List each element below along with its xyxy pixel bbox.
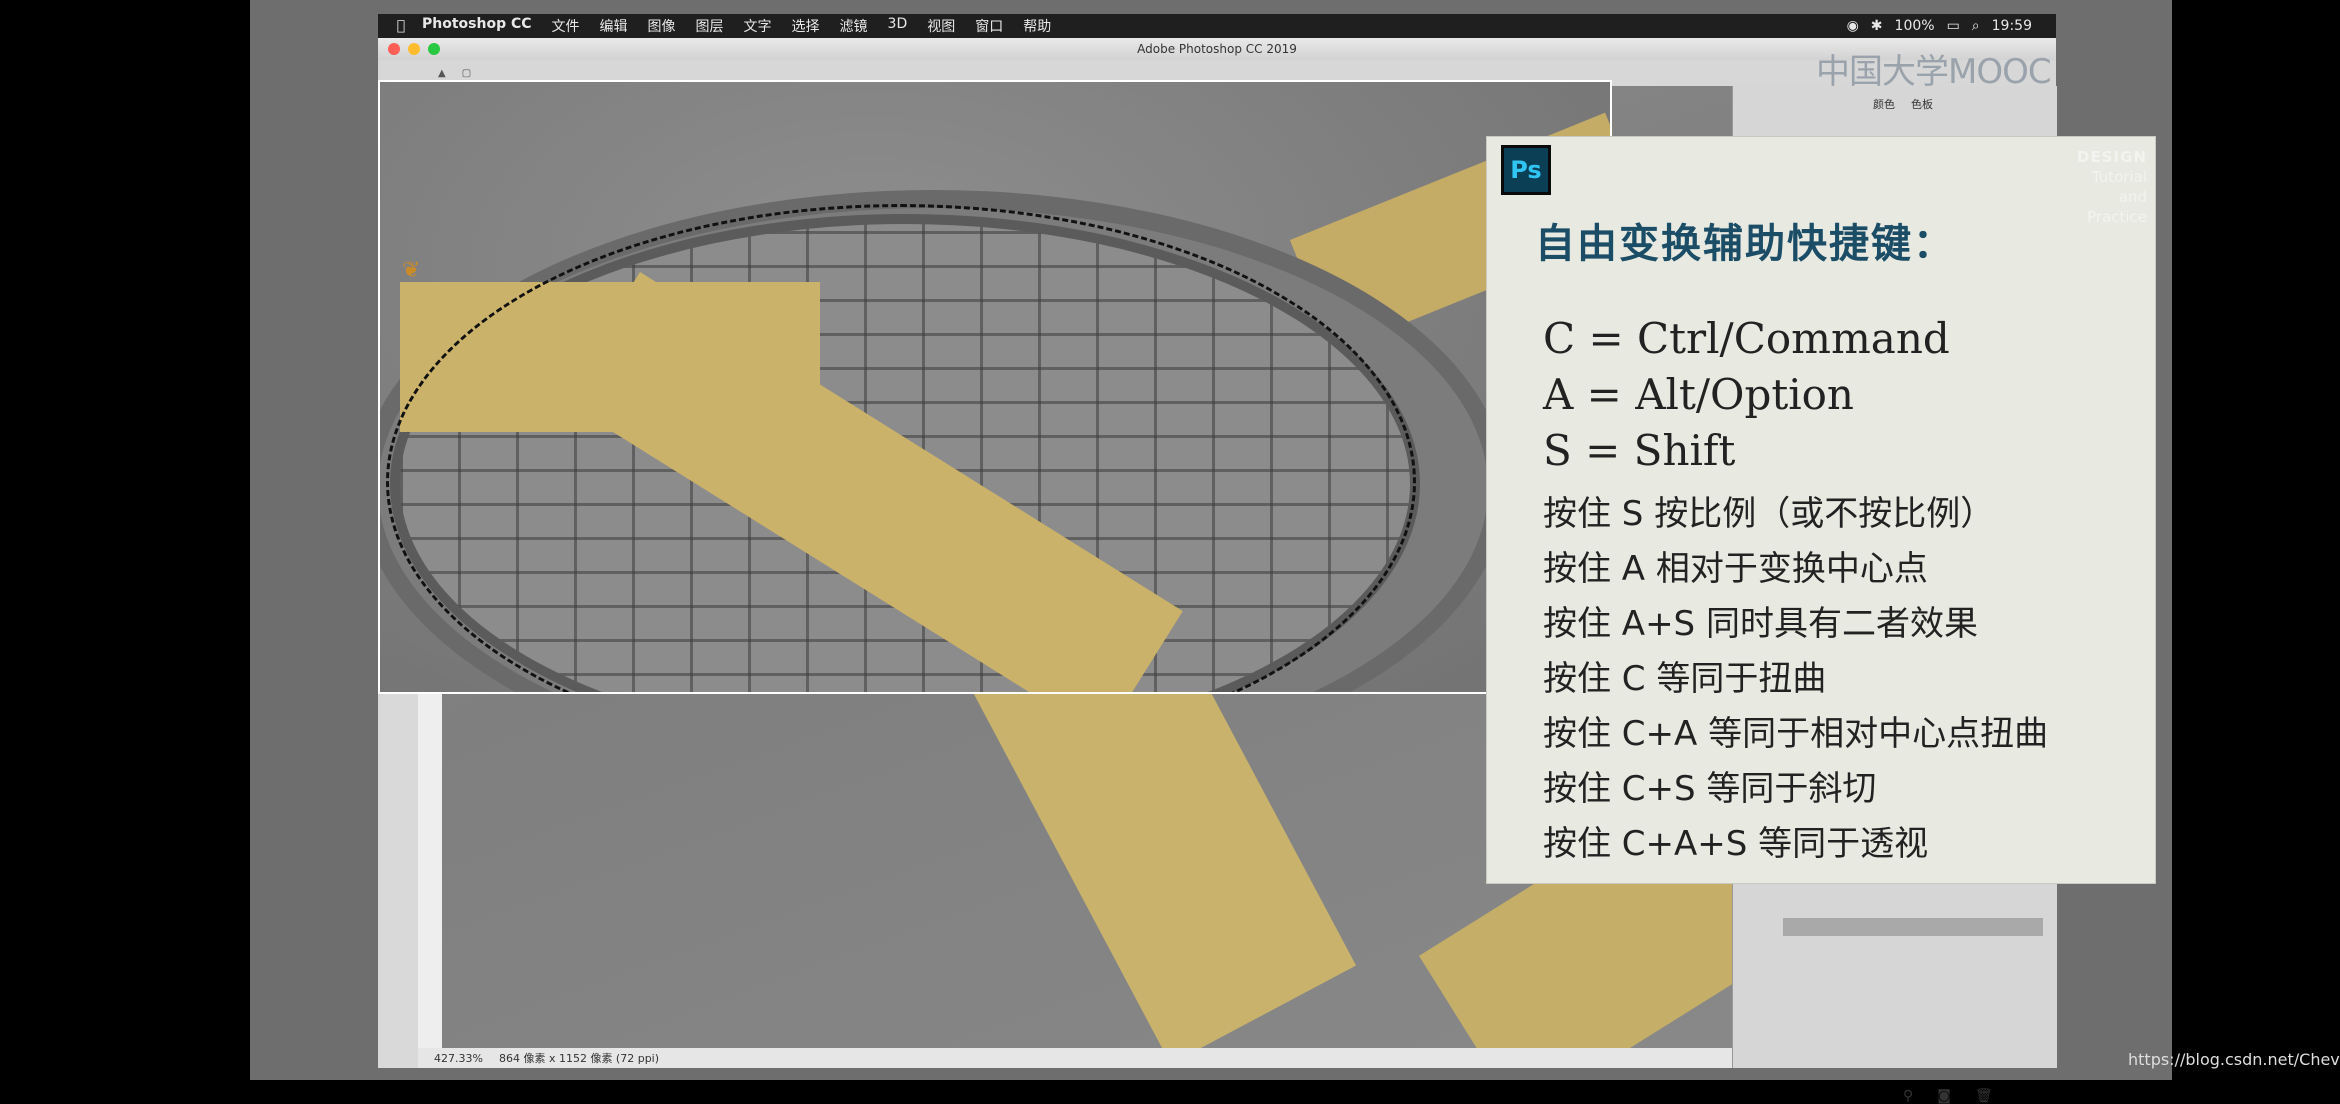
menu-image[interactable]: 图像 [648,16,676,36]
menu-items: Photoshop CC 文件 编辑 图像 图层 文字 选择 滤镜 3D 视图 … [422,16,1051,36]
window-title: Adobe Photoshop CC 2019 [1137,42,1297,56]
tab-swatches[interactable]: 色板 [1911,96,1933,112]
deco-line: and [2118,188,2147,206]
search-icon[interactable]: ⌕ [1972,18,1980,34]
menu-type[interactable]: 文字 [744,16,772,36]
menu-select[interactable]: 选择 [792,16,820,36]
camera-icon[interactable]: ◙ [1937,1088,1951,1104]
shortcut-rule: 按住 C+A 等同于相对中心点扭曲 [1543,714,2049,754]
shortcut-rule: 按住 A 相对于变换中心点 [1543,549,1928,589]
minimize-button[interactable] [408,43,420,55]
menu-view[interactable]: 视图 [927,16,955,36]
shortcut-rules: 按住 S 按比例（或不按比例） 按住 A 相对于变换中心点 按住 A+S 同时具… [1543,487,2048,872]
clock-text: 19:59 [1991,18,2032,34]
mooc-logo: 中国大学MOOC [1816,52,2052,92]
zoomed-preview: ❦ [378,80,1612,694]
menu-window[interactable]: 窗口 [975,16,1003,36]
shortcut-rule: 按住 A+S 同时具有二者效果 [1543,604,1978,644]
key-mapping-list: C = Ctrl/Command A = Alt/Option S = Shif… [1543,311,1950,479]
deco-title: DESIGN [2077,148,2147,166]
menu-file[interactable]: 文件 [552,16,580,36]
leaf-icon: ❦ [402,258,421,283]
close-button[interactable] [388,43,400,55]
menu-edit[interactable]: 编辑 [600,16,628,36]
trash-icon[interactable]: 🗑 [1975,1088,1993,1104]
menu-filter[interactable]: 滤镜 [840,16,868,36]
menu-status: ◉ ✱ 100% ▭ ⌕ 19:59 [1847,18,2056,34]
document-info[interactable]: 864 像素 x 1152 像素 (72 ppi) [499,1050,659,1066]
apple-icon[interactable]:  [388,18,414,34]
panel-footer-icons: ⚲ ◙ 🗑 [1903,1088,1993,1104]
card-title: 自由变换辅助快捷键： [1535,221,1955,267]
menu-help[interactable]: 帮助 [1023,16,1051,36]
key-mapping: C = Ctrl/Command [1543,314,1950,363]
shortcut-rule: 按住 S 按比例（或不按比例） [1543,494,1995,534]
wifi-icon[interactable]: ◉ [1847,18,1859,34]
battery-text: 100% [1894,18,1935,34]
bluetooth-icon[interactable]: ✱ [1871,18,1883,34]
title-bar: Adobe Photoshop CC 2019 [378,38,2056,60]
shortcut-rule: 按住 C 等同于扭曲 [1543,659,1827,699]
window-controls [388,43,440,55]
mac-menu-bar:  Photoshop CC 文件 编辑 图像 图层 文字 选择 滤镜 3D 视… [378,14,2056,38]
layer-row[interactable] [1783,918,2043,936]
photoshop-logo-icon: Ps [1501,145,1551,195]
options-icon[interactable]: ▢ [462,68,471,79]
group-icon[interactable]: ⚲ [1903,1088,1913,1104]
menu-layer[interactable]: 图层 [696,16,724,36]
key-mapping: A = Alt/Option [1543,370,1854,419]
shortcut-rule: 按住 C+A+S 等同于透视 [1543,824,1929,864]
card-decoration: DESIGN Tutorial and Practice [2077,147,2147,227]
watermark: https://blog.csdn.net/Chevily [2128,1050,2340,1069]
tab-color[interactable]: 颜色 [1873,96,1895,112]
key-mapping: S = Shift [1543,426,1736,475]
shortcut-rule: 按住 C+S 等同于斜切 [1543,769,1877,809]
zoom-button[interactable] [428,43,440,55]
zoom-level[interactable]: 427.33% [434,1052,483,1065]
move-tool-icon[interactable]: ▲ [438,68,446,79]
battery-icon[interactable]: ▭ [1947,18,1960,34]
menu-app[interactable]: Photoshop CC [422,16,532,36]
status-bar: 427.33% 864 像素 x 1152 像素 (72 ppi) [418,1048,1732,1068]
menu-3d[interactable]: 3D [888,16,908,36]
deco-line: Practice [2087,208,2147,226]
shortcut-card: Ps DESIGN Tutorial and Practice 自由变换辅助快捷… [1486,136,2156,884]
deco-line: Tutorial [2091,168,2147,186]
